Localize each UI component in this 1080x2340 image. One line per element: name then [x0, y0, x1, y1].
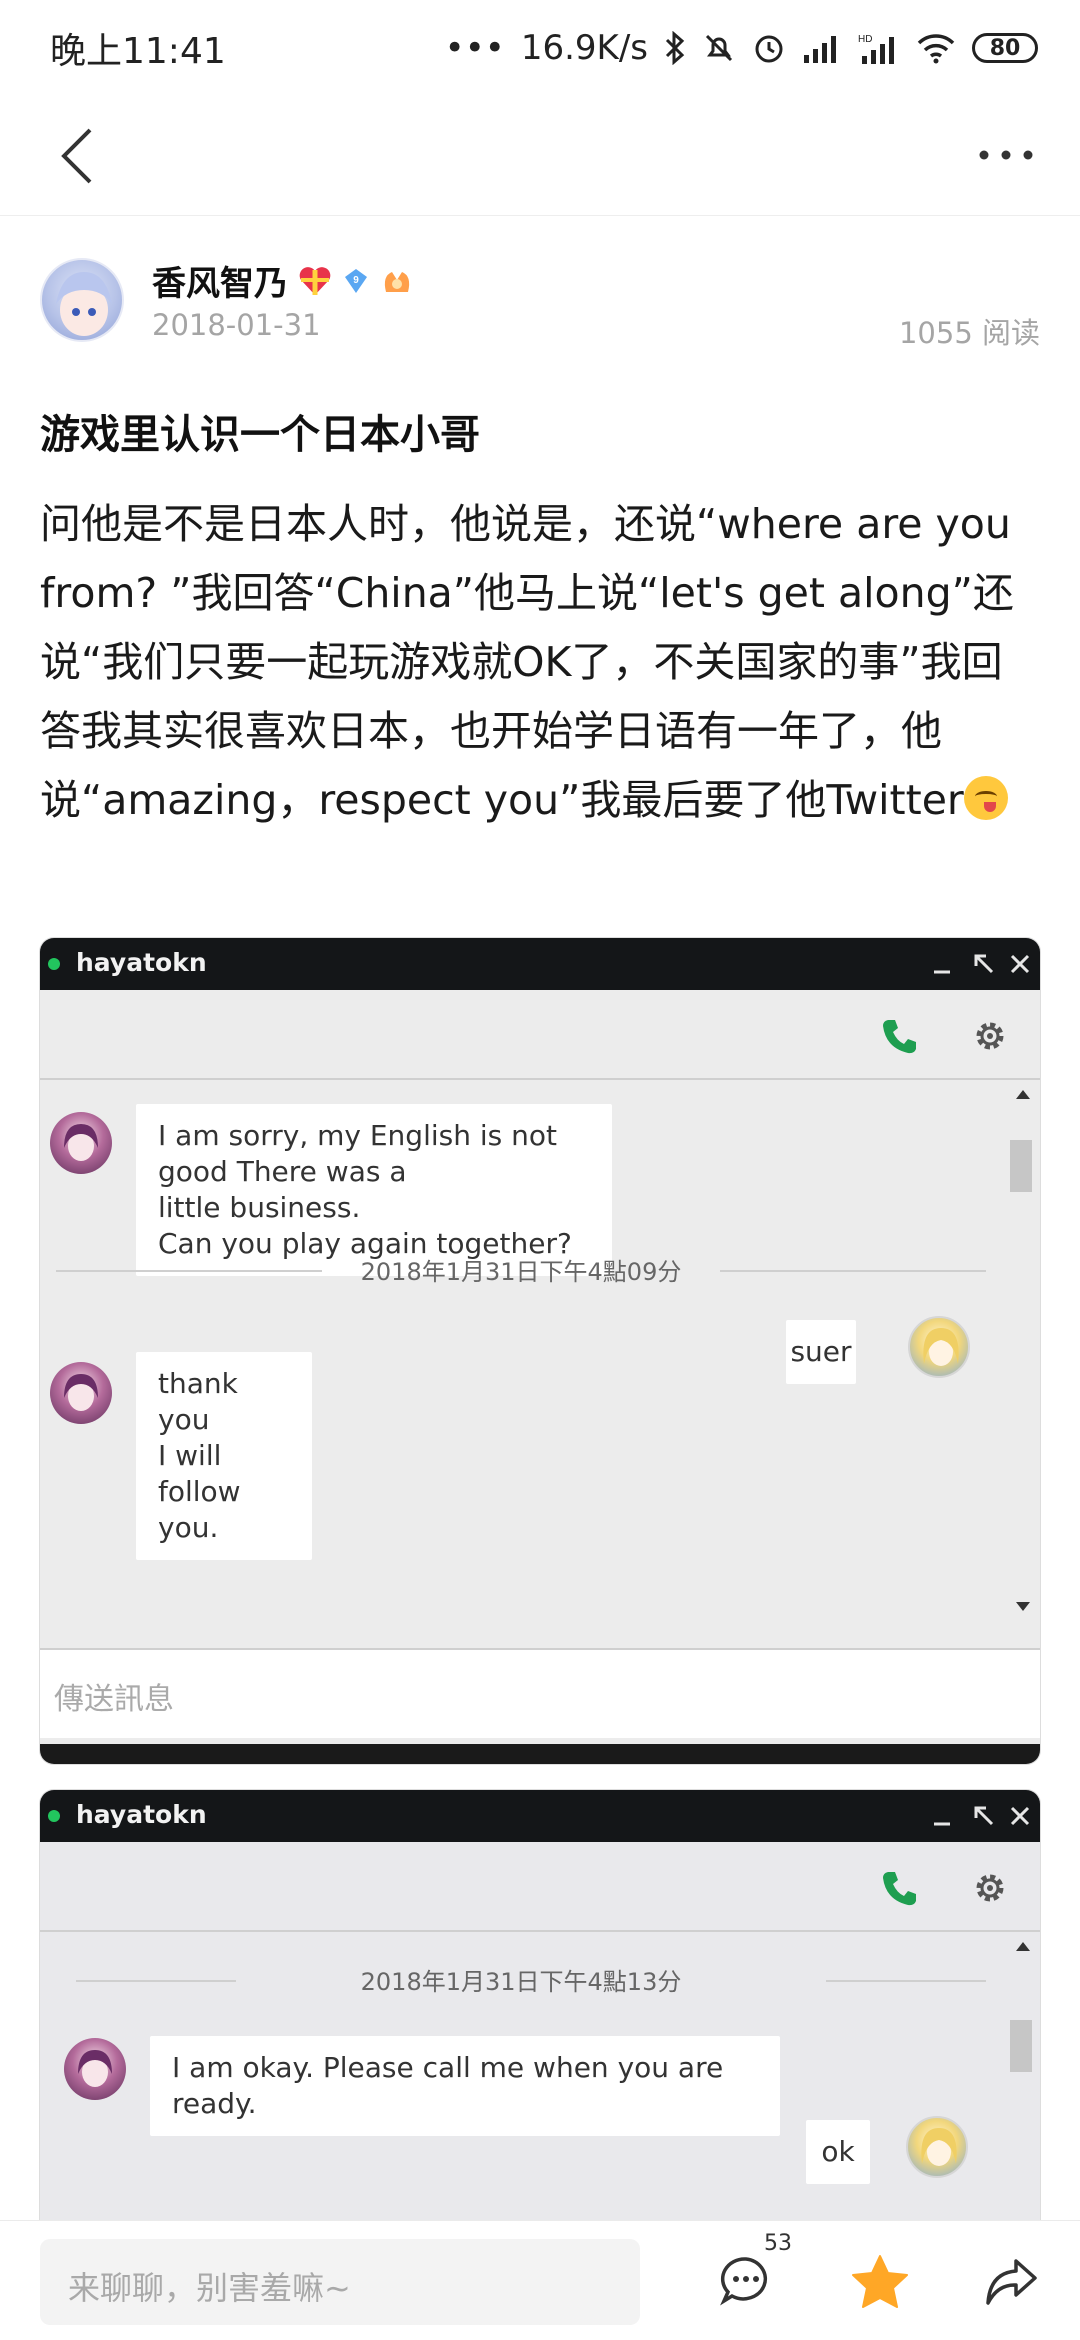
- comment-input[interactable]: 来聊聊，别害羞嘛~: [40, 2239, 640, 2325]
- taskbar-strip: [40, 1744, 1040, 1764]
- heart-gift-badge-icon: [299, 266, 331, 295]
- scroll-thumb: [1010, 1140, 1032, 1192]
- status-time: 晚上11:41: [50, 31, 226, 72]
- more-icon[interactable]: [976, 140, 1036, 170]
- gear-icon: [976, 1022, 1004, 1050]
- scroll-down-icon: [1016, 1602, 1030, 1611]
- compose-box[interactable]: 傳送訊息: [40, 1648, 1040, 1738]
- online-status-icon: [48, 1810, 60, 1822]
- post-body-text: 问他是不是日本人时，他说是，还说“where are you from? ”我回…: [40, 500, 1014, 824]
- close-icon: [1010, 1806, 1030, 1826]
- battery-indicator: 80: [972, 33, 1038, 63]
- chat-message-partner: I am okay. Please call me when you are r…: [150, 2036, 780, 2136]
- phone-icon: [883, 1872, 916, 1906]
- svg-text:9: 9: [353, 275, 359, 286]
- divider-right: [826, 1980, 986, 1982]
- scroll-up-icon: [1016, 1090, 1030, 1099]
- chat-avatar-partner: [50, 1362, 112, 1424]
- divider-right: [720, 1270, 986, 1272]
- popout-icon: [974, 1806, 994, 1826]
- chat-timestamp-row: 2018年1月31日下午4點13分: [56, 1960, 986, 2000]
- chat-toolbar: [40, 1842, 1040, 1932]
- author-row: 香风智乃 9 2018-01-31 1055 阅读: [40, 254, 1040, 350]
- dots-icon: •••: [444, 28, 505, 68]
- minimize-icon: [934, 1822, 950, 1826]
- scroll-thumb: [1010, 2020, 1032, 2072]
- comment-count: 53: [764, 2231, 792, 2256]
- chat-titlebar: hayatokn: [40, 938, 1040, 990]
- signal-hd-icon: HD: [858, 34, 894, 64]
- back-icon[interactable]: [50, 126, 110, 186]
- read-count: 1055 阅读: [898, 316, 1040, 350]
- chat-toolbar: [40, 990, 1040, 1080]
- chat-message-self: suer: [786, 1320, 856, 1384]
- chat-scrollbar: [1010, 1934, 1040, 2230]
- svg-text:HD: HD: [858, 34, 872, 45]
- chat-scrollbar: [1010, 1082, 1040, 1622]
- nav-bar: [0, 96, 1080, 216]
- signal-icon: [804, 36, 836, 63]
- bottom-action-bar: 来聊聊，别害羞嘛~ 53: [0, 2220, 1080, 2340]
- chat-username: hayatokn: [76, 1800, 207, 1829]
- author-name[interactable]: 香风智乃: [152, 256, 288, 305]
- net-speed: 16.9K/s: [520, 28, 648, 68]
- phone-icon: [883, 1020, 916, 1054]
- chat-message-partner: thank you I will follow you.: [136, 1352, 312, 1560]
- chat-avatar-partner: [50, 1112, 112, 1174]
- level-badge-icon: 9: [345, 268, 367, 293]
- post-body: 问他是不是日本人时，他说是，还说“where are you from? ”我回…: [40, 490, 1040, 835]
- comment-icon[interactable]: [720, 2255, 772, 2307]
- medal-badge-icon: [384, 271, 410, 292]
- online-status-icon: [48, 958, 60, 970]
- chat-avatar-self: [906, 2116, 968, 2178]
- chat-titlebar: hayatokn: [40, 1790, 1040, 1842]
- chat-screenshot-1[interactable]: hayatokn I am sorry, my English is not g…: [40, 938, 1040, 1764]
- author-avatar[interactable]: [40, 258, 124, 342]
- star-icon[interactable]: [850, 2253, 910, 2311]
- author-name-row[interactable]: 香风智乃 9: [152, 256, 414, 305]
- compose-placeholder: 傳送訊息: [54, 1682, 174, 1717]
- comment-placeholder: 来聊聊，别害羞嘛~: [68, 2269, 351, 2307]
- status-icons: ••• 16.9K/s HD 80: [445, 28, 1038, 68]
- mute-icon: [705, 34, 733, 62]
- post-title: 游戏里认识一个日本小哥: [40, 412, 480, 458]
- post-date: 2018-01-31: [152, 308, 321, 342]
- chat-screenshot-2[interactable]: hayatokn 2018年1月31日下午4點13分 I am okay. Pl…: [40, 1790, 1040, 2230]
- chat-avatar-partner: [64, 2038, 126, 2100]
- status-bar: 晚上11:41 ••• 16.9K/s HD 80: [0, 0, 1080, 96]
- yum-emoji-icon: [963, 776, 1008, 820]
- bluetooth-icon: [665, 31, 685, 65]
- close-icon: [1010, 954, 1030, 974]
- alarm-icon: [755, 35, 783, 63]
- chat-avatar-self: [908, 1316, 970, 1378]
- scroll-up-icon: [1016, 1942, 1030, 1951]
- minimize-icon: [934, 970, 950, 974]
- chat-timestamp-row: 2018年1月31日下午4點09分: [56, 1250, 986, 1290]
- gear-icon: [976, 1874, 1004, 1902]
- chat-username: hayatokn: [76, 948, 207, 977]
- wifi-icon: [917, 34, 955, 64]
- share-icon[interactable]: [984, 2257, 1038, 2307]
- chat-message-self: ok: [806, 2120, 870, 2184]
- popout-icon: [974, 954, 994, 974]
